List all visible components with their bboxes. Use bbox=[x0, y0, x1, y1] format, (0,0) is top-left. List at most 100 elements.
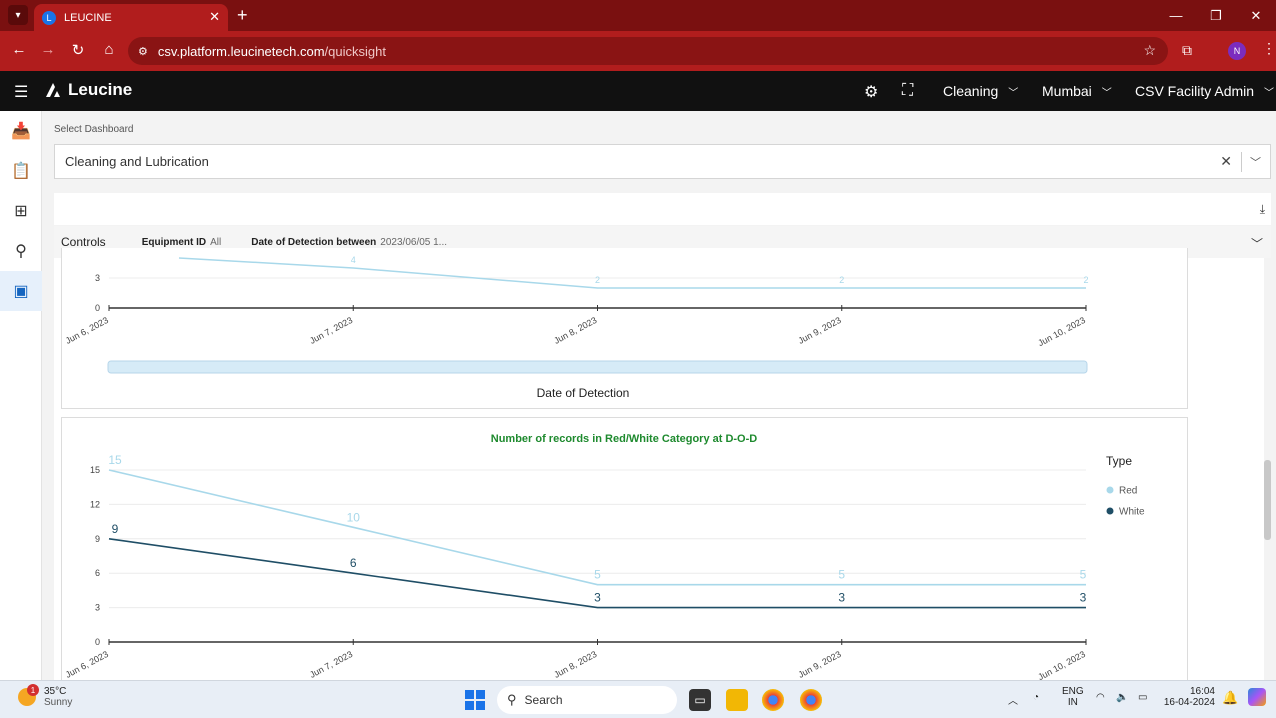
extensions-icon[interactable]: ⧉ bbox=[1182, 42, 1192, 59]
network-badge-icon[interactable]: ◔ bbox=[1033, 692, 1039, 703]
leucine-favicon-icon: L bbox=[42, 10, 56, 25]
site-info-icon[interactable]: ⚙ bbox=[138, 45, 148, 58]
chevron-down-icon: ﹀ bbox=[1008, 87, 1019, 99]
forward-icon[interactable]: → bbox=[38, 41, 58, 58]
y-tick-label: 3 bbox=[95, 273, 100, 283]
x-tick-label: Jun 9, 2023 bbox=[796, 315, 842, 346]
download-icon[interactable]: ⤓ bbox=[1260, 202, 1265, 217]
lang-secondary: IN bbox=[1067, 697, 1078, 708]
language-indicator[interactable]: ENG IN bbox=[1062, 686, 1084, 708]
tab-close-icon[interactable]: ✕ bbox=[209, 9, 220, 25]
window-controls: — ❐ ✕ bbox=[1156, 0, 1276, 31]
bookmark-star-icon[interactable]: ☆ bbox=[1143, 42, 1156, 59]
legend-label-red: Red bbox=[1119, 486, 1137, 497]
chevron-down-icon[interactable]: ﹀ bbox=[1250, 154, 1261, 170]
use-case-label: Cleaning bbox=[943, 83, 999, 99]
tab-search-dropdown[interactable]: ▾ bbox=[8, 5, 28, 25]
chart-card-2: Number of records in Red/White Category … bbox=[61, 417, 1188, 682]
chrome-icon[interactable] bbox=[762, 689, 784, 711]
clock-time: 16:04 bbox=[1189, 686, 1215, 697]
weather-widget[interactable]: 1 35°C Sunny bbox=[18, 684, 73, 708]
use-case-dropdown[interactable]: Cleaning ﹀ bbox=[943, 83, 1018, 99]
clock-date: 16-04-2024 bbox=[1163, 697, 1215, 708]
browser-tab-bar: ▾ L LEUCINE ✕ + — ❐ ✕ bbox=[0, 0, 1276, 31]
reload-icon[interactable]: ↻ bbox=[68, 41, 88, 59]
user-role-dropdown[interactable]: CSV Facility Admin ﹀ bbox=[1135, 83, 1274, 99]
hierarchy-icon[interactable]: ⊞ bbox=[0, 193, 42, 229]
data-label-red: 15 bbox=[108, 453, 122, 467]
brand-name: Leucine bbox=[68, 80, 133, 99]
x-tick-label: Jun 8, 2023 bbox=[552, 649, 598, 680]
equipment-id-label: Equipment ID bbox=[141, 236, 207, 248]
data-label-white: 3 bbox=[594, 591, 601, 605]
leucine-logo-icon bbox=[46, 83, 60, 97]
date-filter-label: Date of Detection between bbox=[251, 236, 377, 248]
lang-primary: ENG bbox=[1062, 686, 1084, 697]
facility-label: Mumbai bbox=[1042, 83, 1092, 99]
org-tree-icon[interactable]: ⚲ bbox=[0, 233, 42, 269]
chart-1-svg: 0 3 Jun 6, 2023 Jun 7, 2023 Jun 8, 2023 Jun 9… bbox=[64, 255, 1089, 400]
minimize-icon[interactable]: — bbox=[1156, 0, 1196, 31]
windows-start-icon[interactable] bbox=[465, 690, 485, 710]
restore-icon[interactable]: ❐ bbox=[1196, 0, 1236, 31]
task-view-icon[interactable]: ▭ bbox=[689, 689, 711, 711]
range-slider bbox=[107, 360, 1088, 374]
hamburger-menu-icon[interactable]: ☰ bbox=[14, 82, 28, 102]
browser-toolbar: ← → ↻ ⌂ ⚙ csv.platform.leucinetech.com/q… bbox=[0, 31, 1276, 71]
weather-desc: Sunny bbox=[44, 697, 73, 708]
x-tick-label: Jun 8, 2023 bbox=[552, 315, 598, 346]
data-label-white: 3 bbox=[838, 591, 845, 605]
select-dashboard-label: Select Dashboard bbox=[54, 124, 134, 135]
battery-icon[interactable]: ▭ bbox=[1138, 692, 1147, 703]
chrome-profile-icon[interactable] bbox=[800, 689, 822, 711]
weather-badge: 1 bbox=[27, 684, 39, 696]
wifi-icon[interactable]: ◠ bbox=[1096, 692, 1105, 703]
browser-menu-icon[interactable]: ⋮ bbox=[1262, 40, 1276, 57]
volume-muted-icon[interactable]: 🔈 bbox=[1116, 692, 1128, 703]
user-role-label: CSV Facility Admin bbox=[1135, 83, 1255, 99]
data-label-red: 5 bbox=[1080, 568, 1087, 582]
dashboard-icon[interactable]: ▣ bbox=[0, 271, 42, 311]
equipment-id-value[interactable]: All bbox=[210, 237, 221, 248]
dashboard-select[interactable]: Cleaning and Lubrication ✕ ﹀ bbox=[54, 144, 1271, 179]
clear-icon[interactable]: ✕ bbox=[1220, 153, 1232, 170]
scrollbar-thumb[interactable] bbox=[1264, 460, 1271, 540]
inbox-icon[interactable]: 📥 bbox=[0, 113, 42, 149]
home-icon[interactable]: ⌂ bbox=[99, 41, 119, 58]
checklist-icon[interactable]: 📋 bbox=[0, 153, 42, 189]
controls-title: Controls bbox=[61, 235, 106, 249]
y-tick-label: 12 bbox=[90, 499, 100, 509]
url-text: csv.platform.leucinetech.com/quicksight bbox=[157, 43, 386, 59]
settings-gear-icon[interactable]: ⚙ bbox=[864, 82, 878, 102]
x-tick-label: Jun 6, 2023 bbox=[64, 649, 110, 680]
y-tick-label: 3 bbox=[95, 603, 100, 613]
sun-icon: 1 bbox=[18, 684, 39, 706]
date-filter-value[interactable]: 2023/06/05 1... bbox=[380, 237, 447, 248]
y-tick-label: 0 bbox=[95, 303, 100, 313]
notification-bell-icon[interactable]: 🔔 bbox=[1222, 690, 1238, 706]
address-bar[interactable]: ⚙ csv.platform.leucinetech.com/quicksigh… bbox=[128, 37, 1168, 65]
x-tick-label: Jun 10, 2023 bbox=[1036, 649, 1087, 681]
back-icon[interactable]: ← bbox=[9, 41, 29, 58]
y-tick-label: 6 bbox=[95, 568, 100, 578]
legend-swatch-white bbox=[1106, 507, 1114, 515]
browser-tab[interactable]: L LEUCINE ✕ bbox=[34, 4, 228, 31]
tray-chevron-icon[interactable]: ︿ bbox=[1008, 692, 1018, 707]
data-label: 4 bbox=[351, 255, 356, 265]
close-window-icon[interactable]: ✕ bbox=[1236, 0, 1276, 31]
leucine-logo[interactable]: Leucine bbox=[44, 80, 132, 100]
data-label: 2 bbox=[839, 275, 844, 285]
facility-dropdown[interactable]: Mumbai ﹀ bbox=[1042, 83, 1112, 99]
new-tab-icon[interactable]: + bbox=[237, 5, 248, 26]
file-explorer-icon[interactable] bbox=[726, 689, 748, 711]
chevron-down-icon[interactable]: ﹀ bbox=[1251, 235, 1263, 252]
copilot-icon[interactable] bbox=[1248, 688, 1266, 706]
clock[interactable]: 16:04 16-04-2024 bbox=[1163, 686, 1215, 708]
scan-icon[interactable]: ⛶ bbox=[902, 82, 913, 100]
data-label: 2 bbox=[595, 275, 600, 285]
series-line bbox=[178, 257, 1086, 289]
profile-avatar[interactable]: N bbox=[1228, 42, 1246, 60]
y-tick-label: 9 bbox=[95, 534, 100, 544]
data-label-white: 9 bbox=[112, 522, 119, 536]
taskbar-search[interactable]: ⚲ Search bbox=[497, 686, 677, 714]
